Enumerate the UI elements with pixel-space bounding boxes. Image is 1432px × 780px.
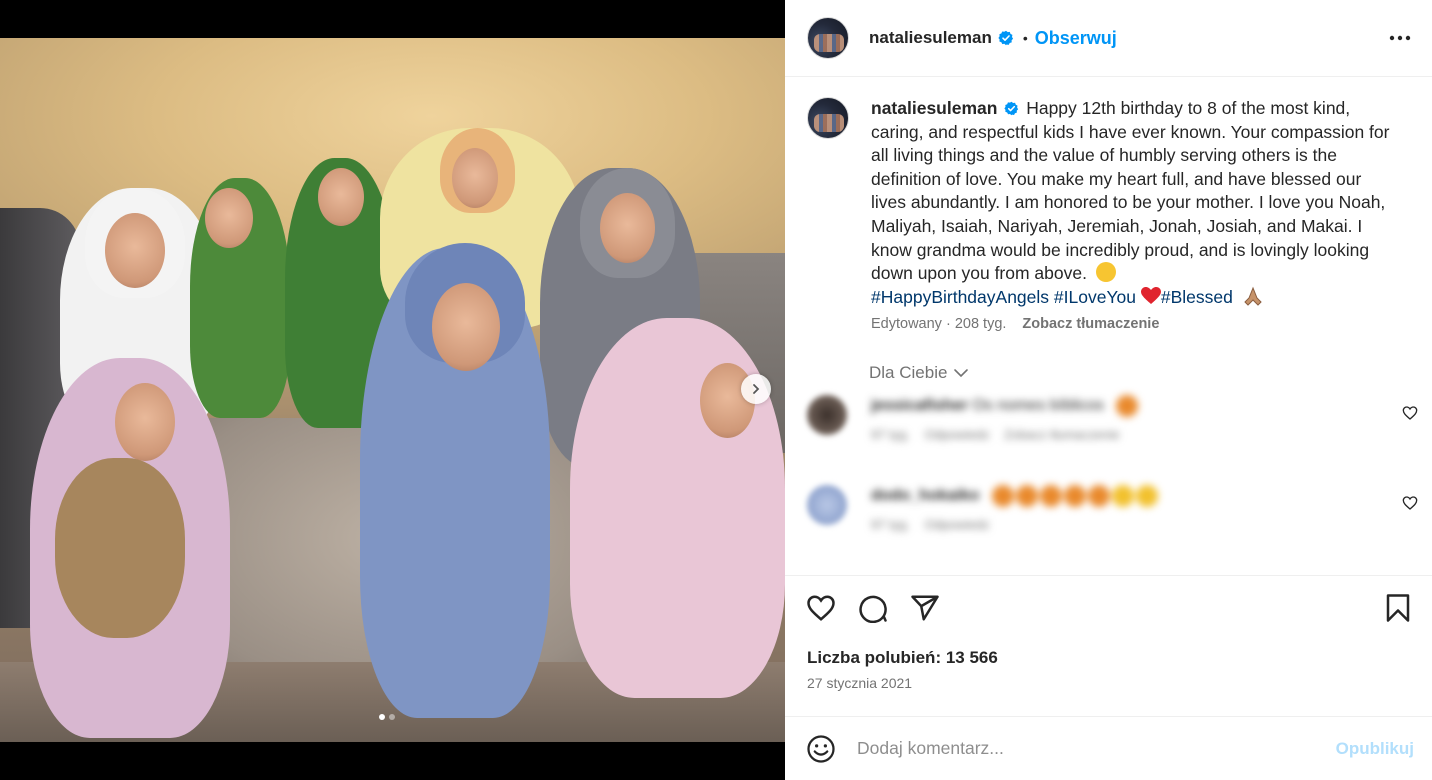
comment-filter-dropdown[interactable]: Dla Ciebie [869,363,1432,383]
post-photo[interactable] [0,38,785,742]
post-header: nataliesuleman • Obserwuj [785,0,1432,77]
share-icon [911,595,939,621]
commenter-username[interactable]: dodo_hokaiko [871,488,979,505]
next-icon [753,384,760,394]
caption-meta: Edytowany · 208 tyg. Zobacz tłumaczenie [871,316,1432,332]
comment-body: dodo_hokaiko 97 tyg. Odpowiedz [871,485,1158,575]
comment-icon [859,595,887,623]
comment-translate-link[interactable]: Zobacz tłumaczenie [1004,427,1120,442]
comment-reply-link[interactable]: Odpowiedz [924,517,989,532]
comment-list: jessicafisher Os nomes bíblicos 97 tyg. … [785,395,1432,575]
commenter-avatar[interactable] [807,485,847,526]
comments-scroll-area[interactable]: nataliesuleman Happy 12th birthday to 8 … [785,77,1432,575]
more-icon [1389,35,1411,41]
verified-icon [1004,101,1019,116]
follow-button[interactable]: Obserwuj [1035,28,1117,49]
like-button[interactable] [805,592,837,624]
share-button[interactable] [909,592,941,624]
add-comment-bar: Opublikuj [785,716,1432,780]
author-username[interactable]: nataliesuleman [869,28,992,48]
comment-time: 97 tyg. [871,427,911,443]
header-separator: • [1022,30,1028,46]
edited-timestamp: Edytowany · 208 tyg. [871,316,1007,333]
post-media [0,0,785,780]
caption-body: Happy 12th birthday to 8 of the most kin… [871,98,1390,284]
emoji-picker-button[interactable] [805,733,837,765]
post-viewer: nataliesuleman • Obserwuj nataliesuleman [0,0,1432,780]
commenter-username[interactable]: jessicafisher [871,398,968,415]
hashtag-link[interactable]: #ILoveYou [1054,287,1136,307]
post-actions-bar [785,575,1432,640]
comment-item: dodo_hokaiko 97 tyg. Odpowiedz [785,485,1432,575]
comment-reply-link[interactable]: Odpowiedz [924,427,989,442]
caption-username[interactable]: nataliesuleman [871,98,997,118]
likes-count[interactable]: Liczba polubień: 13 566 [785,640,1432,668]
post-date: 27 stycznia 2021 [807,675,913,691]
caption: nataliesuleman Happy 12th birthday to 8 … [785,77,1432,309]
comment-time: 97 tyg. [871,517,911,533]
more-options-button[interactable] [1388,26,1412,50]
comment-input[interactable] [857,738,1336,759]
comment-emoji [1116,395,1139,418]
commenter-avatar[interactable] [807,395,847,436]
caption-text-block: nataliesuleman Happy 12th birthday to 8 … [871,97,1391,309]
carousel-indicator [379,714,395,720]
publish-button[interactable]: Opublikuj [1336,739,1414,759]
chevron-down-icon [954,369,969,378]
caption-author-avatar[interactable] [807,97,849,139]
heart-icon [807,595,835,621]
hugging-emoji-icon [1095,262,1116,283]
save-button[interactable] [1382,592,1414,624]
carousel-dot-active [379,714,385,720]
comment-text: Os nomes bíblicos [972,397,1105,415]
comment-like-icon[interactable] [1402,495,1418,511]
comment-emoji [991,485,1158,508]
comment-like-icon[interactable] [1402,405,1418,421]
red-heart-emoji-icon [1140,286,1161,304]
emoji-icon [807,734,835,763]
carousel-dot [389,714,395,720]
bookmark-icon [1386,594,1410,622]
comment-item: jessicafisher Os nomes bíblicos 97 tyg. … [785,395,1432,485]
author-avatar[interactable] [807,17,849,59]
comment-body: jessicafisher Os nomes bíblicos 97 tyg. … [871,395,1139,485]
comment-button[interactable] [857,592,889,624]
verified-icon [998,30,1013,46]
hashtag-link[interactable]: #Blessed [1161,287,1233,307]
hashtag-link[interactable]: #HappyBirthdayAngels [871,287,1049,307]
post-side-panel: nataliesuleman • Obserwuj nataliesuleman [785,0,1432,780]
comment-filter-label: Dla Ciebie [869,363,948,383]
carousel-next-button[interactable] [741,374,771,404]
translate-link[interactable]: Zobacz tłumaczenie [1022,316,1159,332]
folded-hands-emoji-icon [1244,286,1262,306]
